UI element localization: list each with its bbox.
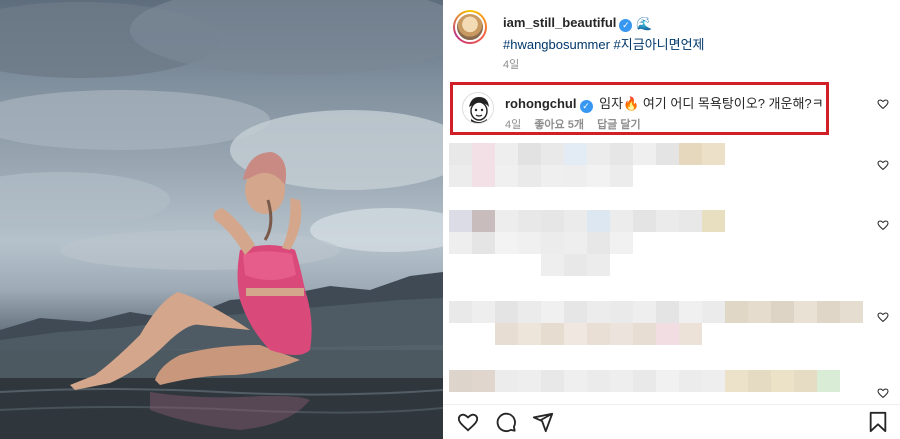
comment-likes[interactable]: 좋아요 5개: [534, 119, 584, 131]
comment-time[interactable]: 4일: [505, 119, 521, 131]
comment-heart-icon[interactable]: [877, 219, 889, 231]
blurred-comment-row: [541, 254, 610, 276]
caption-hashtags[interactable]: #hwangbosummer #지금아니면언제: [503, 34, 705, 53]
comment-heart-icon[interactable]: [877, 387, 889, 399]
author-avatar[interactable]: [453, 10, 487, 44]
blurred-comment-row: [449, 210, 725, 232]
comment-likes-count: 5개: [567, 119, 584, 131]
wave-emoji: 🌊: [636, 16, 653, 31]
blurred-comment-row: [449, 301, 863, 323]
photo-scene: [0, 0, 443, 439]
comment-heart-icon[interactable]: [877, 98, 889, 110]
comment-heart-icon[interactable]: [877, 159, 889, 171]
comment-heart-icon[interactable]: [877, 311, 889, 323]
caption-header: iam_still_beautiful ✓ 🌊: [503, 15, 653, 32]
comment-meta: 4일 좋아요 5개 답글 달기: [505, 116, 651, 132]
post-action-bar: [443, 404, 900, 439]
post-side-panel: iam_still_beautiful ✓ 🌊 #hwangbosummer #지금…: [443, 0, 900, 439]
caption-time[interactable]: 4일: [503, 56, 519, 72]
author-username[interactable]: iam_still_beautiful: [503, 15, 616, 30]
blurred-comment-row: [495, 323, 702, 345]
comment-icon[interactable]: [495, 411, 517, 433]
caricature-icon: [464, 94, 493, 123]
share-icon[interactable]: [532, 411, 554, 433]
blurred-comment-row: [449, 143, 725, 165]
blurred-comment-row: [449, 165, 633, 187]
highlighted-comment: rohongchul ✓ 임자🔥 여기 어디 목욕탕이오? 개운해?ㅋ 4일 좋아…: [450, 82, 829, 135]
blurred-comment-row: [449, 232, 633, 254]
verified-icon: ✓: [579, 100, 593, 113]
verified-icon: ✓: [619, 19, 633, 32]
blurred-comment-row: [449, 370, 840, 392]
comment-body: rohongchul ✓ 임자🔥 여기 어디 목욕탕이오? 개운해?ㅋ: [505, 93, 824, 113]
post-photo[interactable]: [0, 0, 443, 439]
bookmark-icon[interactable]: [867, 411, 889, 433]
commenter-avatar[interactable]: [462, 92, 494, 124]
reply-button[interactable]: 답글 달기: [597, 119, 641, 131]
comment-text: 임자🔥 여기 어디 목욕탕이오? 개운해?ㅋ: [599, 96, 824, 111]
commenter-username[interactable]: rohongchul: [505, 96, 577, 111]
comment-likes-label: 좋아요: [534, 119, 565, 131]
heart-icon[interactable]: [457, 411, 479, 433]
